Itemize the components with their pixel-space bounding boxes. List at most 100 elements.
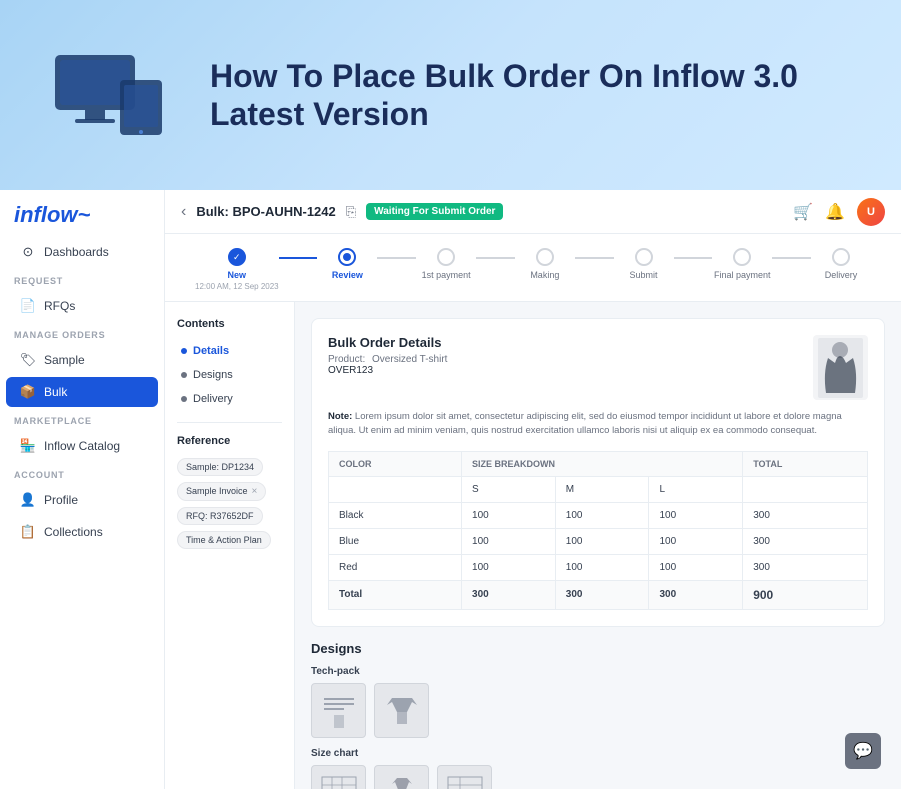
designs-section: Designs Tech-pack	[311, 641, 885, 789]
designs-title: Designs	[311, 641, 885, 656]
nav-label-designs: Designs	[193, 369, 233, 381]
sidebar-item-inflow-catalog[interactable]: 🏪 Inflow Catalog	[6, 431, 158, 461]
red-s: 100	[462, 554, 556, 580]
product-image	[813, 335, 868, 400]
bullet-designs	[181, 372, 187, 378]
step-circle-1st-payment	[437, 248, 455, 266]
panel-divider	[177, 422, 282, 423]
hero-illustration	[40, 25, 180, 165]
step-label-submit: Submit	[630, 270, 658, 280]
red-l: 100	[649, 554, 743, 580]
red-total: 300	[743, 554, 868, 580]
nav-label-details: Details	[193, 345, 229, 357]
sidebar-label-sample: Sample	[44, 353, 85, 367]
step-label-review: Review	[332, 270, 363, 280]
section-label-account: ACCOUNT	[0, 462, 164, 484]
sidebar-item-dashboards[interactable]: ⊙ Dashboards	[6, 237, 158, 267]
sidebar-label-collections: Collections	[44, 525, 103, 539]
total-label: Total	[329, 580, 462, 609]
page-title: Bulk: BPO-AUHN-1242	[196, 204, 335, 219]
step-making: Making	[515, 248, 575, 280]
ref-tag-sample[interactable]: Sample: DP1234	[177, 458, 263, 476]
sizechart-thumb-2[interactable]	[374, 765, 429, 789]
step-circle-delivery	[832, 248, 850, 266]
card-info: Bulk Order Details Product: Oversized T-…	[328, 335, 447, 376]
step-final-payment: Final payment	[712, 248, 772, 280]
sidebar-logo: inflow~	[0, 190, 164, 236]
avatar[interactable]: U	[857, 198, 885, 226]
copy-icon[interactable]: ⎘	[346, 204, 356, 220]
techpack-label: Tech-pack	[311, 666, 885, 677]
top-bar-actions: 🛒 🔔 U	[793, 198, 885, 226]
step-1st-payment: 1st payment	[416, 248, 476, 280]
sizechart-thumb-1[interactable]	[311, 765, 366, 789]
profile-icon: 👤	[20, 492, 36, 508]
col-color: COLOR	[329, 451, 462, 476]
contents-title: Contents	[177, 318, 282, 330]
step-label-delivery: Delivery	[825, 270, 858, 280]
status-badge: Waiting For Submit Order	[366, 203, 503, 220]
step-circle-submit	[635, 248, 653, 266]
section-label-request: REQUEST	[0, 268, 164, 290]
sidebar: inflow~ ⊙ Dashboards REQUEST 📄 RFQs MANA…	[0, 190, 165, 789]
catalog-icon: 🏪	[20, 438, 36, 454]
black-m: 100	[555, 502, 649, 528]
ref-tag-rfq-label: RFQ: R37652DF	[186, 511, 254, 521]
step-line-2	[377, 257, 416, 259]
table-row: Red 100 100 100 300	[329, 554, 868, 580]
ref-tag-invoice-close[interactable]: ×	[252, 486, 258, 497]
ref-tag-time-action[interactable]: Time & Action Plan	[177, 531, 271, 549]
color-black: Black	[329, 502, 462, 528]
total-l: 300	[649, 580, 743, 609]
sizechart-thumb-3[interactable]	[437, 765, 492, 789]
sidebar-item-bulk[interactable]: 📦 Bulk	[6, 377, 158, 407]
progress-section: ✓ New 12:00 AM, 12 Sep 2023 Review 1st p…	[165, 234, 901, 302]
techpack-thumb-1[interactable]	[311, 683, 366, 738]
steps-container: ✓ New 12:00 AM, 12 Sep 2023 Review 1st p…	[185, 248, 881, 291]
sidebar-label-catalog: Inflow Catalog	[44, 439, 120, 453]
chat-bubble-button[interactable]: 💬	[845, 733, 881, 769]
inner-layout: Contents Details Designs Delivery Refere…	[165, 302, 901, 789]
cart-icon[interactable]: 🛒	[793, 202, 813, 222]
step-line-5	[674, 257, 713, 259]
size-l: L	[649, 476, 743, 502]
main-content: Bulk Order Details Product: Oversized T-…	[295, 302, 901, 789]
col-size-breakdown: SIZE BREAKDOWN	[462, 451, 743, 476]
hero-title: How To Place Bulk Order On Inflow 3.0 La…	[210, 57, 861, 134]
sidebar-item-rfqs[interactable]: 📄 RFQs	[6, 291, 158, 321]
red-m: 100	[555, 554, 649, 580]
sidebar-label-rfqs: RFQs	[44, 299, 75, 313]
nav-delivery[interactable]: Delivery	[177, 388, 282, 410]
color-blue: Blue	[329, 528, 462, 554]
note-text: Note: Lorem ipsum dolor sit amet, consec…	[328, 410, 868, 439]
nav-details[interactable]: Details	[177, 340, 282, 362]
techpack-thumb-2[interactable]	[374, 683, 429, 738]
ref-tag-invoice-label: Sample Invoice	[186, 486, 248, 496]
bell-icon[interactable]: 🔔	[825, 202, 845, 222]
sidebar-item-sample[interactable]: 🏷 Sample	[6, 345, 158, 375]
step-new: ✓ New 12:00 AM, 12 Sep 2023	[195, 248, 279, 291]
bullet-details	[181, 348, 187, 354]
left-panel: Contents Details Designs Delivery Refere…	[165, 302, 295, 789]
sidebar-label-profile: Profile	[44, 493, 78, 507]
total-m: 300	[555, 580, 649, 609]
step-circle-review	[338, 248, 356, 266]
back-button[interactable]: ‹	[181, 203, 186, 221]
step-line-1	[279, 257, 318, 259]
order-table: COLOR SIZE BREAKDOWN TOTAL S M L	[328, 451, 868, 610]
step-line-3	[476, 257, 515, 259]
blue-l: 100	[649, 528, 743, 554]
sidebar-item-collections[interactable]: 📋 Collections	[6, 517, 158, 547]
nav-designs[interactable]: Designs	[177, 364, 282, 386]
ref-tag-rfq[interactable]: RFQ: R37652DF	[177, 507, 263, 525]
note-content: Lorem ipsum dolor sit amet, consectetur …	[328, 411, 842, 436]
black-total: 300	[743, 502, 868, 528]
top-bar: ‹ Bulk: BPO-AUHN-1242 ⎘ Waiting For Subm…	[165, 190, 901, 234]
sidebar-item-profile[interactable]: 👤 Profile	[6, 485, 158, 515]
ref-tag-invoice[interactable]: Sample Invoice ×	[177, 482, 266, 501]
step-circle-new: ✓	[228, 248, 246, 266]
step-delivery: Delivery	[811, 248, 871, 280]
col-total: TOTAL	[743, 451, 868, 476]
blue-m: 100	[555, 528, 649, 554]
ref-tag-time-action-label: Time & Action Plan	[186, 535, 262, 545]
